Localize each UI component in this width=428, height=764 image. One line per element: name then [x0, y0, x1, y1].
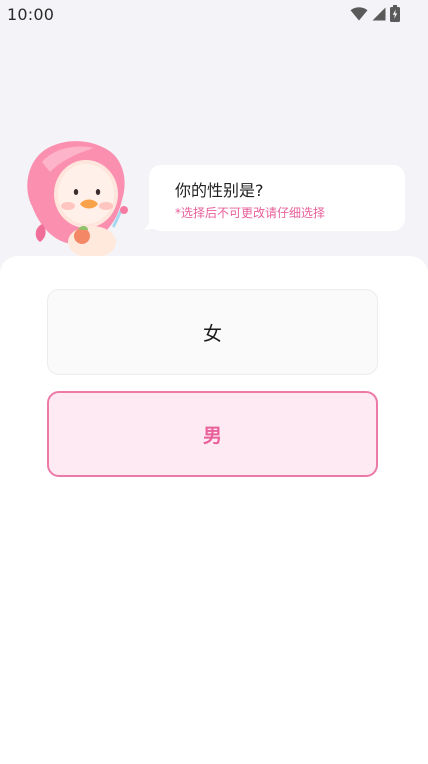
selection-warning-hint: *选择后不可更改请仔细选择 — [175, 206, 326, 220]
gender-option-male[interactable]: 男 — [47, 391, 378, 477]
status-bar: 10:00 — [0, 0, 428, 30]
status-time: 10:00 — [7, 5, 55, 24]
prompt-bubble: 你的性别是? *选择后不可更改请仔细选择 — [149, 165, 405, 231]
peach-mascot-illustration — [20, 138, 138, 260]
battery-charging-icon — [390, 4, 400, 26]
gender-option-female[interactable]: 女 — [47, 289, 378, 375]
gender-question: 你的性别是? — [175, 181, 264, 200]
gender-option-label: 男 — [202, 424, 222, 447]
gender-option-label: 女 — [202, 322, 222, 345]
wifi-icon — [350, 6, 368, 25]
status-icons — [350, 4, 400, 26]
cellular-signal-icon — [372, 6, 386, 25]
